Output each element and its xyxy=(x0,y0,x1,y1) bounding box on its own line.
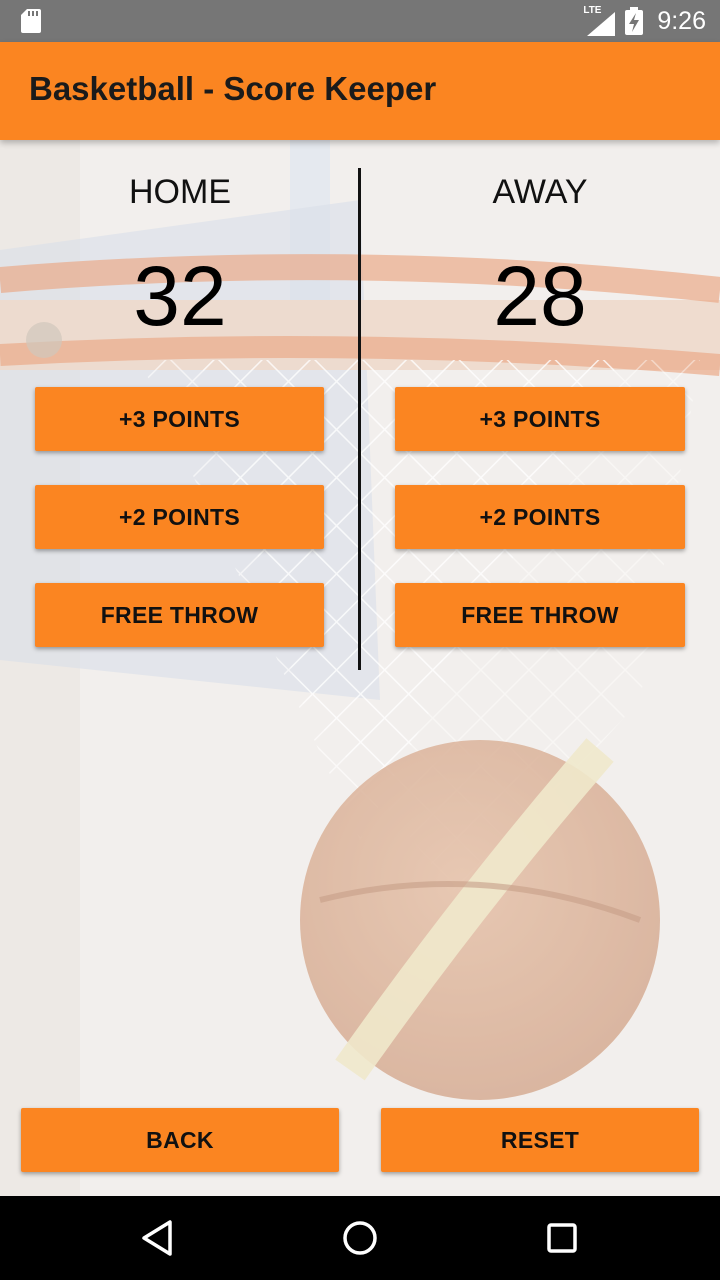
score-content: HOME 32 +3 POINTS +2 POINTS FREE THROW A… xyxy=(0,140,720,1196)
away-plus-2-button[interactable]: +2 POINTS xyxy=(395,485,685,549)
app-bar: Basketball - Score Keeper xyxy=(0,42,720,140)
battery-charging-icon xyxy=(625,7,644,35)
away-team-label: AWAY xyxy=(492,173,588,211)
home-circle-icon[interactable] xyxy=(336,1214,384,1262)
home-score: 32 xyxy=(133,249,227,343)
sd-card-icon xyxy=(21,9,41,33)
lte-signal-icon: LTE xyxy=(583,5,617,36)
home-team-label: HOME xyxy=(129,173,231,211)
away-score: 28 xyxy=(493,249,587,343)
home-free-throw-button[interactable]: FREE THROW xyxy=(35,583,324,647)
app-title: Basketball - Score Keeper xyxy=(29,70,437,107)
team-divider xyxy=(358,168,361,670)
status-bar: LTE 9:26 xyxy=(0,0,720,42)
clock: 9:26 xyxy=(657,6,706,35)
home-plus-3-button[interactable]: +3 POINTS xyxy=(35,387,324,451)
away-free-throw-button[interactable]: FREE THROW xyxy=(395,583,685,647)
back-triangle-icon[interactable] xyxy=(134,1214,182,1262)
home-plus-2-button[interactable]: +2 POINTS xyxy=(35,485,324,549)
away-plus-3-button[interactable]: +3 POINTS xyxy=(395,387,685,451)
system-nav-bar xyxy=(0,1196,720,1280)
recents-square-icon[interactable] xyxy=(538,1214,586,1262)
back-button[interactable]: BACK xyxy=(21,1108,339,1172)
reset-button[interactable]: RESET xyxy=(381,1108,699,1172)
